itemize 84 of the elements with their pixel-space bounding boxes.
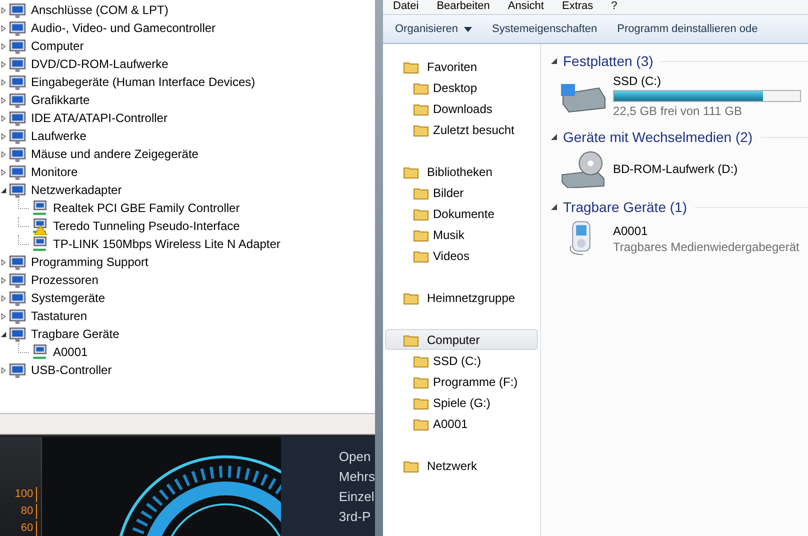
- monitor-icon: [9, 146, 26, 162]
- nav-item[interactable]: Bibliotheken: [385, 161, 538, 182]
- menu-item[interactable]: Ansicht: [508, 0, 544, 14]
- tree-item[interactable]: Laufwerke: [31, 128, 86, 144]
- tree-item[interactable]: Eingabegeräte (Human Interface Devices): [31, 74, 256, 90]
- menu-item[interactable]: ?: [611, 0, 618, 14]
- nav-item[interactable]: SSD (C:): [433, 354, 481, 368]
- item-name[interactable]: BD-ROM-Laufwerk (D:): [613, 162, 738, 176]
- nav-item[interactable]: Downloads: [433, 102, 492, 116]
- tree-item[interactable]: Anschlüsse (COM & LPT): [31, 2, 168, 18]
- monitor-icon: [9, 20, 26, 36]
- scale-label: 100: [14, 487, 38, 502]
- tree-item[interactable]: IDE ATA/ATAPI-Controller: [31, 110, 168, 126]
- monitor-icon: [9, 74, 26, 90]
- monitor-icon: [9, 290, 26, 306]
- tree-item[interactable]: Grafikkarte: [31, 92, 90, 108]
- collapse-arrow-icon[interactable]: [551, 58, 557, 64]
- tree-item[interactable]: Systemgeräte: [31, 290, 106, 306]
- monitor-icon: [9, 272, 26, 288]
- expander-icon[interactable]: [0, 330, 7, 338]
- item-detail: 22,5 GB frei von 111 GB: [613, 104, 743, 118]
- menu-item[interactable]: Datei: [393, 0, 419, 14]
- nav-item[interactable]: Heimnetzgruppe: [385, 287, 538, 308]
- nav-item[interactable]: A0001: [433, 416, 468, 430]
- menu-item[interactable]: Mehrs: [338, 469, 375, 484]
- tree-item[interactable]: Computer: [31, 38, 84, 54]
- menu-item[interactable]: Bearbeiten: [436, 0, 490, 14]
- expander-icon[interactable]: [0, 186, 7, 194]
- tree-item[interactable]: Monitore: [31, 164, 78, 180]
- group-heading: Festplatten (3): [563, 53, 654, 69]
- tree-item[interactable]: DVD/CD-ROM-Laufwerke: [31, 56, 168, 72]
- scale-label: 60: [20, 521, 38, 536]
- nav-item[interactable]: Programme (F:): [433, 374, 518, 388]
- group-heading: Geräte mit Wechselmedien (2): [563, 129, 753, 145]
- tree-item[interactable]: Audio-, Video- und Gamecontroller: [31, 20, 216, 36]
- scale-label: 80: [20, 504, 38, 519]
- disc-drive-icon: [559, 150, 607, 188]
- nav-item[interactable]: Videos: [433, 248, 470, 262]
- nav-item[interactable]: Spiele (G:): [433, 396, 490, 410]
- nav-item[interactable]: Netzwerk: [385, 455, 538, 476]
- nav-item[interactable]: Zuletzt besucht: [433, 122, 514, 136]
- tree-item[interactable]: Prozessoren: [31, 272, 98, 288]
- item-detail: Tragbares Medienwiedergabegerät: [613, 240, 800, 254]
- monitor-icon: [9, 326, 26, 342]
- nav-item[interactable]: Musik: [433, 228, 464, 242]
- monitor-icon: [9, 164, 26, 180]
- tree-item[interactable]: Netzwerkadapter: [31, 182, 122, 198]
- monitor-icon: [9, 92, 26, 108]
- toolbar-button[interactable]: Programm deinstallieren ode: [605, 19, 766, 39]
- tree-item[interactable]: Tragbare Geräte: [31, 326, 120, 342]
- group-heading: Tragbare Geräte (1): [563, 199, 687, 215]
- nav-item[interactable]: Dokumente: [433, 206, 494, 220]
- menu-item[interactable]: Open: [338, 449, 375, 464]
- monitor-icon: [9, 362, 26, 378]
- item-name[interactable]: A0001: [613, 224, 800, 238]
- tree-item[interactable]: Teredo Tunneling Pseudo-Interface: [53, 218, 240, 234]
- nav-item[interactable]: Computer: [385, 329, 538, 350]
- tree-item[interactable]: Mäuse und andere Zeigegeräte: [31, 146, 198, 162]
- tree-item[interactable]: TP-LINK 150Mbps Wireless Lite N Adapter: [53, 236, 280, 252]
- monitor-icon: [9, 128, 26, 144]
- monitor-icon: [9, 182, 26, 198]
- tree-item[interactable]: Realtek PCI GBE Family Controller: [53, 200, 240, 216]
- toolbar-button[interactable]: Organisieren: [383, 19, 480, 39]
- monitor-icon: [9, 308, 26, 324]
- menu-item[interactable]: 3rd-P: [338, 509, 375, 524]
- menu-item[interactable]: Extras: [562, 0, 594, 14]
- nav-item[interactable]: Bilder: [433, 186, 464, 200]
- collapse-arrow-icon[interactable]: [551, 134, 557, 140]
- monitor-icon: [9, 56, 26, 72]
- tree-item[interactable]: A0001: [53, 344, 88, 360]
- tree-item[interactable]: USB-Controller: [31, 362, 112, 378]
- monitor-icon: [9, 110, 26, 126]
- toolbar-button[interactable]: Systemeigenschaften: [480, 19, 606, 39]
- nav-item[interactable]: Favoriten: [385, 56, 538, 77]
- collapse-arrow-icon[interactable]: [551, 204, 557, 210]
- monitor-icon: [9, 38, 26, 54]
- nav-item[interactable]: Desktop: [433, 80, 478, 94]
- item-name[interactable]: SSD (C:): [613, 74, 801, 88]
- menu-item[interactable]: Einzel: [338, 489, 375, 504]
- caret-icon: [464, 26, 472, 32]
- monitor-icon: [9, 254, 26, 270]
- monitor-icon: [9, 2, 26, 18]
- tree-item[interactable]: Tastaturen: [31, 308, 88, 324]
- tree-item[interactable]: Programming Support: [31, 254, 148, 270]
